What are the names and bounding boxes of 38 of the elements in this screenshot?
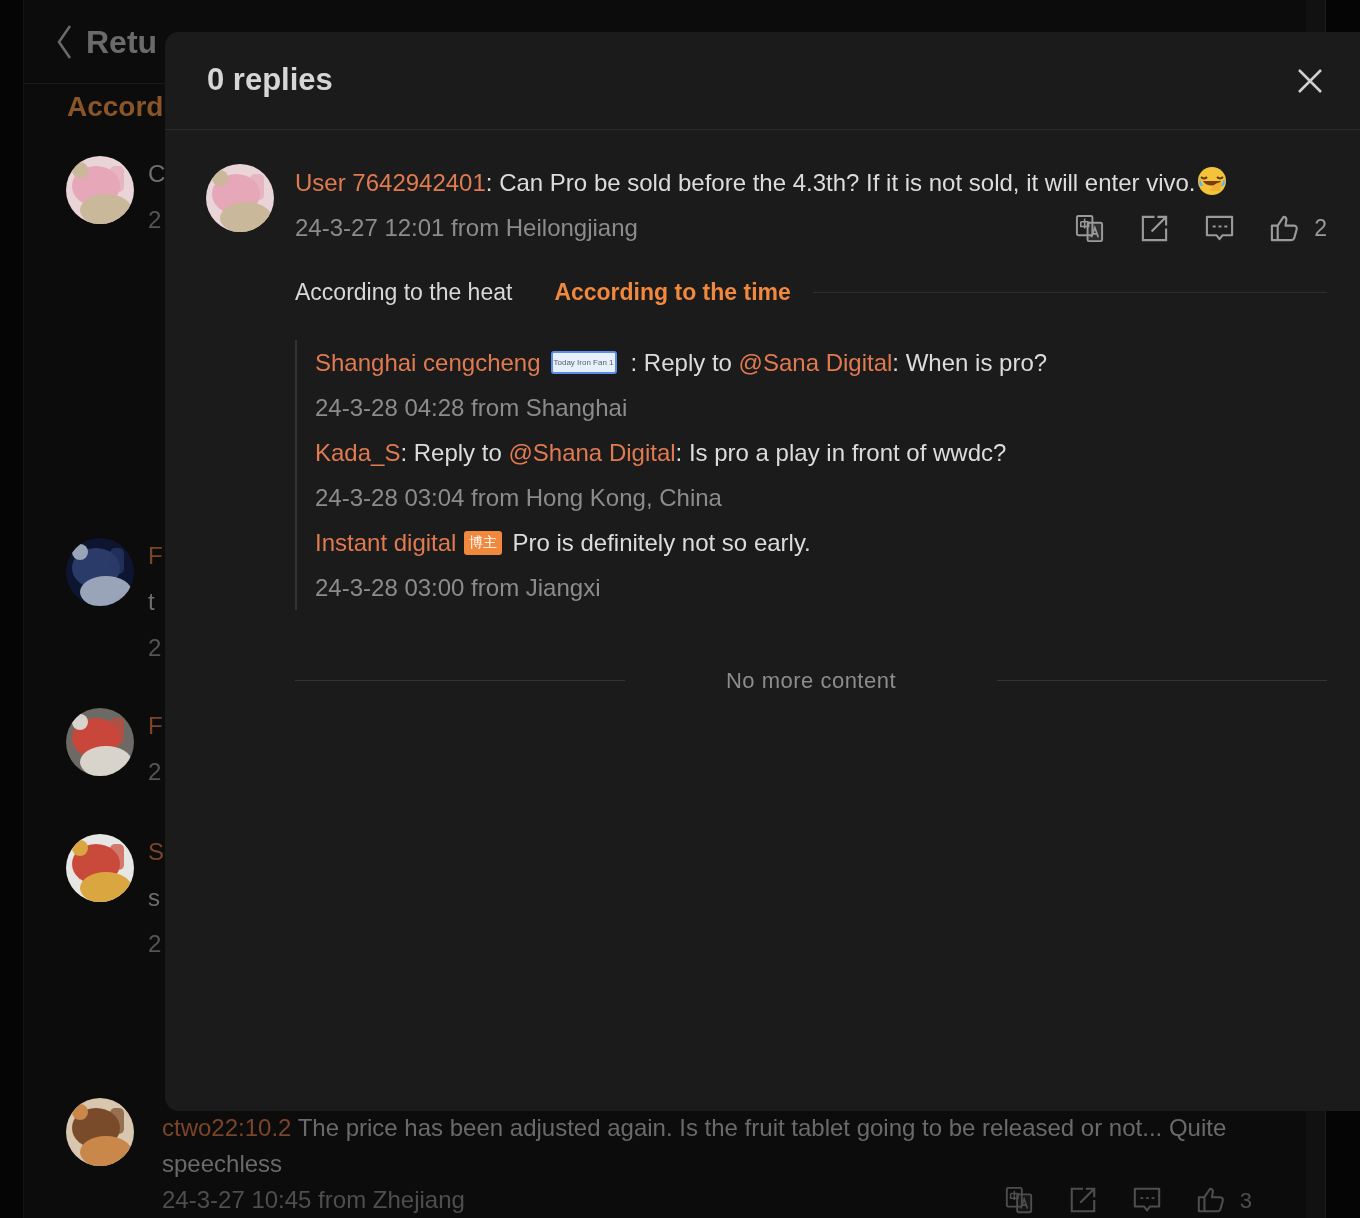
comment-text: ctwo22:10.2 The price has been adjusted again. Is the fruit tablet going to be released or not... Quite speechless bbox=[162, 1113, 1228, 1179]
back-label[interactable]: Retu bbox=[86, 23, 158, 60]
fan-badge: Today Iron Fan 1 bbox=[550, 351, 617, 374]
comment-meta: 24-3-27 12:01 from Heilongjiang bbox=[295, 213, 638, 243]
user-name[interactable]: User 7642942401 bbox=[295, 169, 486, 196]
reply-meta: 24-3-28 03:04 from Hong Kong, China bbox=[315, 482, 722, 513]
end-of-list-text: No more content bbox=[725, 667, 897, 695]
reply-text: : Reply to @Shana Digital: Is pro a play in front of wwdc? bbox=[400, 437, 1007, 468]
reply-text: Pro is definitely not so early. bbox=[512, 527, 811, 558]
comment-text: C bbox=[148, 160, 166, 188]
user-name[interactable]: Shanghai cengcheng bbox=[315, 344, 541, 381]
translate-icon[interactable] bbox=[1074, 212, 1106, 244]
mention-link[interactable]: @Shana Digital bbox=[508, 438, 676, 466]
reply-text: : Reply to @Sana Digital: When is pro? bbox=[630, 347, 1048, 378]
comment-text: s bbox=[148, 884, 160, 912]
thumbs-up-icon[interactable] bbox=[1195, 1185, 1226, 1215]
dialog-title: 0 replies bbox=[207, 61, 333, 100]
author-badge: 博主 bbox=[464, 530, 503, 555]
sort-tab[interactable]: According to the heat bbox=[295, 274, 513, 310]
user-name[interactable]: Kada_S bbox=[315, 434, 401, 471]
like-count: 2 bbox=[1314, 213, 1327, 243]
sort-label[interactable]: Accord bbox=[67, 85, 164, 128]
comment-meta: 2 bbox=[148, 758, 162, 786]
reply-meta: 24-3-28 04:28 from Shanghai bbox=[315, 392, 628, 423]
close-icon[interactable] bbox=[1296, 66, 1324, 95]
comment-meta: 2 bbox=[148, 634, 162, 662]
sort-tab[interactable]: According to the time bbox=[554, 274, 791, 310]
reply-meta: 24-3-28 03:00 from Jiangxi bbox=[315, 572, 601, 603]
mention-link[interactable]: @Sana Digital bbox=[738, 348, 893, 376]
comment-meta: 2 bbox=[148, 930, 162, 958]
like-count: 3 bbox=[1239, 1186, 1252, 1215]
back-icon[interactable] bbox=[56, 23, 74, 60]
comment-meta: 2 bbox=[148, 206, 162, 234]
user-name[interactable]: Instant digital bbox=[315, 524, 457, 561]
emoji-icon bbox=[1195, 165, 1228, 197]
comment-text: User 7642942401: Can Pro be sold before the 4.3th? If it is not sold, it will enter vivo. bbox=[295, 161, 1255, 205]
comment-text: t bbox=[148, 588, 155, 616]
comment-meta: 24-3-27 10:45 from Zhejiang bbox=[162, 1185, 465, 1215]
